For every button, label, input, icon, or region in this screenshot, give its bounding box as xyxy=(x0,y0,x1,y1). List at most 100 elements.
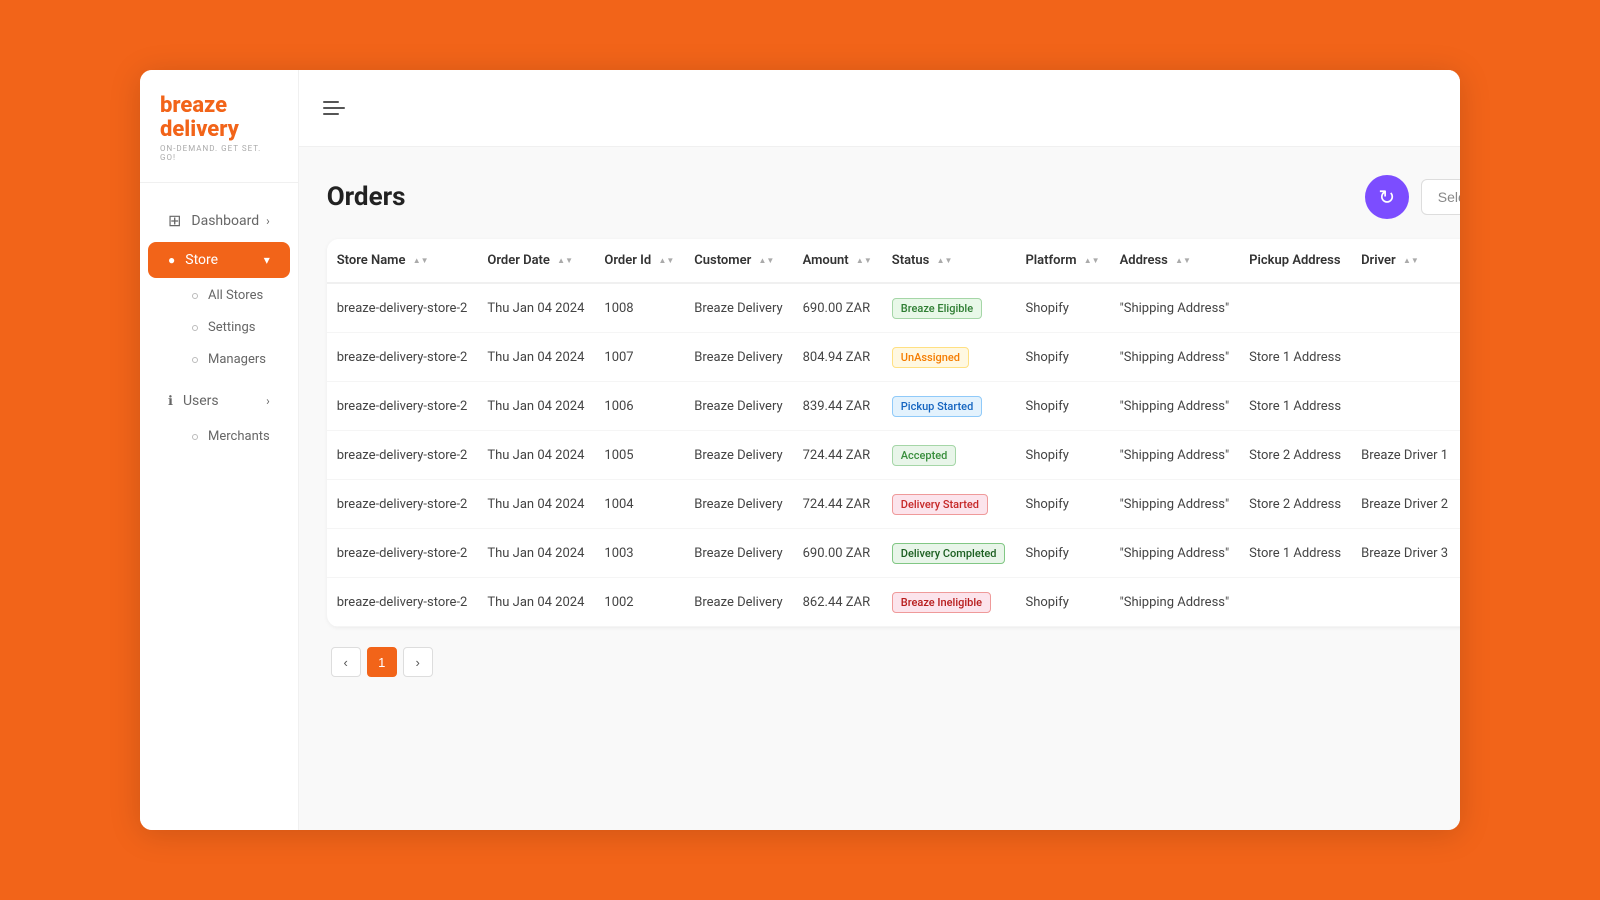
cell-driver: Breaze Driver 3 xyxy=(1351,529,1458,578)
cell-platform: Shopify xyxy=(1015,382,1109,431)
cell-pickup-address: Store 2 Address xyxy=(1239,480,1351,529)
table-row: breaze-delivery-store-2 Thu Jan 04 2024 … xyxy=(327,578,1460,627)
cell-address: "Shipping Address" xyxy=(1110,529,1240,578)
cell-platform: Shopify xyxy=(1015,578,1109,627)
sidebar-item-all-stores[interactable]: All Stores xyxy=(148,280,290,311)
cell-platform: Shopify xyxy=(1015,431,1109,480)
prev-page-button[interactable]: ‹ xyxy=(331,647,361,677)
orders-table: Store Name ▲▼ Order Date ▲▼ Order Id ▲▼ xyxy=(327,239,1460,627)
cell-store-name: breaze-delivery-store-2 xyxy=(327,382,478,431)
dashboard-icon: ⊞ xyxy=(168,211,181,230)
cell-order-date: Thu Jan 04 2024 xyxy=(477,480,594,529)
cell-store-name: breaze-delivery-store-2 xyxy=(327,333,478,382)
col-address: Address ▲▼ xyxy=(1110,239,1240,283)
table-row: breaze-delivery-store-2 Thu Jan 04 2024 … xyxy=(327,431,1460,480)
sort-icon[interactable]: ▲▼ xyxy=(413,256,429,265)
sub-item-label: All Stores xyxy=(208,288,263,303)
cell-amount: 804.94 ZAR xyxy=(793,333,882,382)
cell-amount: 690.00 ZAR xyxy=(793,283,882,333)
status-badge: Delivery Completed xyxy=(892,543,1006,564)
sidebar-item-label: Store xyxy=(185,252,218,268)
sort-icon[interactable]: ▲▼ xyxy=(759,256,775,265)
cell-order-id: 1007 xyxy=(594,333,684,382)
cell-address: "Shipping Address" xyxy=(1110,480,1240,529)
col-status: Status ▲▼ xyxy=(882,239,1016,283)
dot-icon xyxy=(192,434,198,440)
cell-driver xyxy=(1351,382,1458,431)
table-row: breaze-delivery-store-2 Thu Jan 04 2024 … xyxy=(327,480,1460,529)
sidebar-item-users[interactable]: ℹ Users › xyxy=(148,383,290,419)
sidebar-item-merchants[interactable]: Merchants xyxy=(148,421,290,452)
next-page-button[interactable]: › xyxy=(403,647,433,677)
page-header-actions: ↻ Select Batch Action Create Order xyxy=(1365,175,1460,219)
cell-action xyxy=(1458,333,1460,382)
col-platform: Platform ▲▼ xyxy=(1015,239,1109,283)
col-store-name: Store Name ▲▼ xyxy=(327,239,478,283)
cell-pickup-address: Store 1 Address xyxy=(1239,529,1351,578)
sort-icon[interactable]: ▲▼ xyxy=(1175,256,1191,265)
cell-driver xyxy=(1351,578,1458,627)
dot-icon xyxy=(192,357,198,363)
sidebar-item-settings[interactable]: Settings xyxy=(148,312,290,343)
col-pickup-address: Pickup Address xyxy=(1239,239,1351,283)
cell-pickup-address: Store 2 Address xyxy=(1239,431,1351,480)
cell-pickup-address xyxy=(1239,578,1351,627)
cell-customer: Breaze Delivery xyxy=(684,333,792,382)
cell-address: "Shipping Address" xyxy=(1110,283,1240,333)
refresh-button[interactable]: ↻ xyxy=(1365,175,1409,219)
cell-action xyxy=(1458,431,1460,480)
cell-order-id: 1006 xyxy=(594,382,684,431)
cell-order-id: 1002 xyxy=(594,578,684,627)
sort-icon[interactable]: ▲▼ xyxy=(937,256,953,265)
sort-icon[interactable]: ▲▼ xyxy=(1403,256,1419,265)
table-row: breaze-delivery-store-2 Thu Jan 04 2024 … xyxy=(327,382,1460,431)
sidebar-item-managers[interactable]: Managers xyxy=(148,344,290,375)
sidebar-item-store[interactable]: ● Store ▾ xyxy=(148,242,290,278)
cell-platform: Shopify xyxy=(1015,333,1109,382)
cell-status: Delivery Completed xyxy=(882,529,1016,578)
col-driver: Driver ▲▼ xyxy=(1351,239,1458,283)
store-icon: ● xyxy=(168,253,175,267)
sidebar-item-dashboard[interactable]: ⊞ Dashboard › xyxy=(148,201,290,240)
cell-driver xyxy=(1351,283,1458,333)
status-badge: Breaze Eligible xyxy=(892,298,982,319)
cell-order-date: Thu Jan 04 2024 xyxy=(477,283,594,333)
cell-status: UnAssigned xyxy=(882,333,1016,382)
menu-toggle-button[interactable] xyxy=(323,101,345,115)
cell-driver: Breaze Driver 1 xyxy=(1351,431,1458,480)
cell-action xyxy=(1458,382,1460,431)
cell-order-id: 1008 xyxy=(594,283,684,333)
sub-item-label: Merchants xyxy=(208,429,270,444)
cell-platform: Shopify xyxy=(1015,529,1109,578)
sort-icon[interactable]: ▲▼ xyxy=(557,256,573,265)
sort-icon[interactable]: ▲▼ xyxy=(1084,256,1100,265)
cell-action xyxy=(1458,480,1460,529)
cell-status: Breaze Eligible xyxy=(882,283,1016,333)
cell-customer: Breaze Delivery xyxy=(684,382,792,431)
orders-table-container: Store Name ▲▼ Order Date ▲▼ Order Id ▲▼ xyxy=(327,239,1460,627)
chevron-right-icon: › xyxy=(266,214,270,228)
sidebar-logo: breaze delivery ON-DEMAND. GET SET. GO! xyxy=(140,70,298,183)
sort-icon[interactable]: ▲▼ xyxy=(658,256,674,265)
status-badge: Pickup Started xyxy=(892,396,983,417)
page-1-button[interactable]: 1 xyxy=(367,647,397,677)
cell-pickup-address xyxy=(1239,283,1351,333)
status-badge: Accepted xyxy=(892,445,957,466)
cell-status: Breaze Ineligible xyxy=(882,578,1016,627)
col-order-date: Order Date ▲▼ xyxy=(477,239,594,283)
cell-address: "Shipping Address" xyxy=(1110,382,1240,431)
cell-order-date: Thu Jan 04 2024 xyxy=(477,333,594,382)
status-badge: Delivery Started xyxy=(892,494,988,515)
cell-amount: 724.44 ZAR xyxy=(793,480,882,529)
dot-icon xyxy=(192,325,198,331)
pagination: ‹ 1 › xyxy=(327,647,1460,677)
batch-action-select[interactable]: Select Batch Action xyxy=(1421,179,1460,215)
sidebar: breaze delivery ON-DEMAND. GET SET. GO! … xyxy=(140,70,299,830)
cell-action: Request Shipment View xyxy=(1458,283,1460,333)
table-row: breaze-delivery-store-2 Thu Jan 04 2024 … xyxy=(327,283,1460,333)
page-title: Orders xyxy=(327,182,406,212)
cell-store-name: breaze-delivery-store-2 xyxy=(327,283,478,333)
sort-icon[interactable]: ▲▼ xyxy=(856,256,872,265)
cell-order-id: 1003 xyxy=(594,529,684,578)
status-badge: Breaze Ineligible xyxy=(892,592,991,613)
